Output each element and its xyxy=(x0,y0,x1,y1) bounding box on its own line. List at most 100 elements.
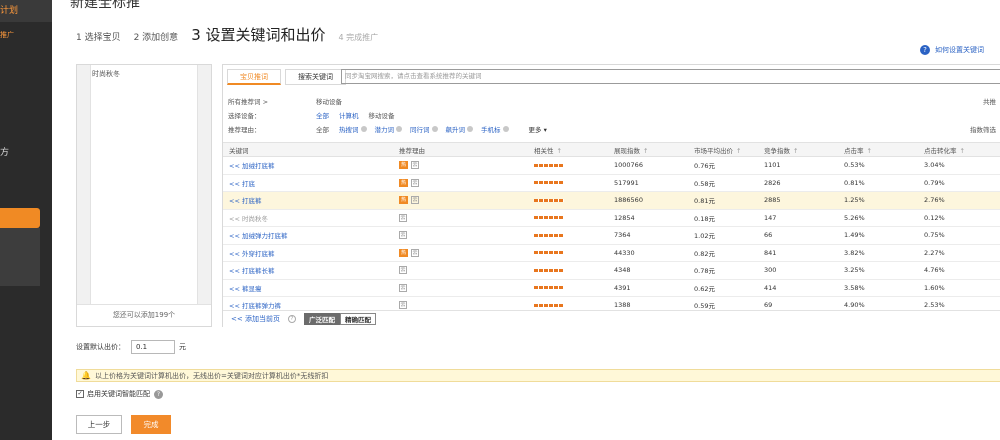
broad-match-button[interactable]: 广泛匹配 xyxy=(303,313,340,325)
keyword-cell[interactable]: << 时尚秋冬 xyxy=(223,209,393,227)
reason-potential-dot xyxy=(396,126,402,132)
impression-cell: 7364 xyxy=(608,226,688,245)
tab-item-recommend[interactable]: 宝贝推词 xyxy=(227,69,281,85)
market-bid-cell: 1.02元 xyxy=(688,226,758,245)
exact-match-button[interactable]: 精确匹配 xyxy=(339,313,376,325)
reason-option-all[interactable]: 全部 xyxy=(316,124,329,134)
col-keyword: 关键词 xyxy=(223,142,393,157)
reason-cell: 云 xyxy=(393,226,528,245)
keyword-cell[interactable]: << 裤显瘦 xyxy=(223,279,393,297)
relevance-bars xyxy=(534,303,564,307)
reason-option-potential[interactable]: 潜力词 xyxy=(375,124,395,134)
add-keyword-link[interactable]: << 打底裤 xyxy=(229,197,261,205)
add-keyword-link[interactable]: << 加绒打底裤 xyxy=(229,162,274,170)
device-option-pc[interactable]: 计算机 xyxy=(339,110,359,120)
relevance-bars xyxy=(534,216,564,220)
tab-search-keyword[interactable]: 搜索关键词 xyxy=(285,69,346,85)
help-icon: ? xyxy=(920,45,930,55)
more-filters-button[interactable]: 更多 ▾ xyxy=(529,124,547,134)
sidebar-item-promo[interactable]: 推广 xyxy=(0,30,14,40)
keyword-cell[interactable]: << 打底裤 xyxy=(223,191,393,210)
add-keyword-link[interactable]: << 外穿打底裤 xyxy=(229,250,274,258)
cloud-tag-icon: 云 xyxy=(399,266,407,275)
reason-option-rising[interactable]: 飙升词 xyxy=(446,124,466,134)
table-row[interactable]: << 加绒打底裤 热云 1000766 0.76元 1101 0.53% 3.04% xyxy=(223,156,1000,175)
table-row[interactable]: << 加绒弹力打底裤 云 7364 1.02元 66 1.49% 0.75% xyxy=(223,226,1000,245)
step-3-current: 3 设置关键词和出价 xyxy=(191,26,326,44)
help-link[interactable]: ? 如何设置关键词 xyxy=(920,45,984,55)
table-row[interactable]: << 外穿打底裤 热云 44330 0.82元 841 3.82% 2.27% xyxy=(223,244,1000,262)
market-bid-cell: 0.76元 xyxy=(688,156,758,175)
keyword-cell[interactable]: << 外穿打底裤 xyxy=(223,244,393,262)
col-relevance[interactable]: 相关性 ↑ xyxy=(528,142,608,157)
col-ctr[interactable]: 点击率 ↑ xyxy=(838,142,918,157)
hot-tag-icon: 热 xyxy=(399,161,408,170)
hot-tag-icon: 热 xyxy=(399,248,408,257)
add-keyword-link[interactable]: << 时尚秋冬 xyxy=(229,215,268,223)
sidebar-title[interactable]: 计划 xyxy=(0,3,18,16)
reason-option-peer[interactable]: 同行词 xyxy=(410,124,430,134)
smart-match-checkbox[interactable]: ✓ xyxy=(76,390,84,398)
keyword-tabs: 宝贝推词 搜索关键词 xyxy=(223,69,346,85)
device-option-mobile[interactable]: 移动设备 xyxy=(369,110,395,120)
sidebar-item-fang[interactable]: 方 xyxy=(0,145,9,158)
list-scrollbar[interactable] xyxy=(197,65,211,305)
col-cvr[interactable]: 点击转化率 ↑ xyxy=(918,142,1000,157)
table-row[interactable]: << 裤显瘦 云 4391 0.62元 414 3.58% 1.60% xyxy=(223,279,1000,297)
keyword-search-input[interactable]: 同步淘宝网搜索，请点击查看系统推荐的关键词 xyxy=(341,69,1000,84)
default-bid-input[interactable]: 0.1 xyxy=(131,340,175,354)
add-keyword-link[interactable]: << 打底 xyxy=(229,180,255,188)
sort-arrow-icon: ↑ xyxy=(959,146,965,155)
col-impression[interactable]: 展现指数 ↑ xyxy=(608,142,688,157)
reason-option-mobile[interactable]: 手机标 xyxy=(481,124,501,134)
col-market-bid[interactable]: 市场平均出价 ↑ xyxy=(688,142,758,157)
table-row[interactable]: << 时尚秋冬 云 12854 0.18元 147 5.26% 0.12% xyxy=(223,209,1000,227)
filter-all-label[interactable]: 所有推荐词 > xyxy=(228,96,316,106)
sort-arrow-icon: ↑ xyxy=(793,146,799,155)
keyword-cell[interactable]: << 打底 xyxy=(223,174,393,192)
reason-option-hot[interactable]: 热搜词 xyxy=(339,124,359,134)
add-current-page-link[interactable]: << 添加当前页 xyxy=(231,314,280,324)
sort-arrow-icon: ↑ xyxy=(643,146,649,155)
sidebar-item-active[interactable] xyxy=(0,208,40,228)
add-keyword-link[interactable]: << 打底裤长裤 xyxy=(229,267,274,275)
cvr-cell: 1.60% xyxy=(918,279,1000,297)
selected-keyword-item[interactable]: 时尚秋冬 xyxy=(92,69,120,79)
done-button[interactable]: 完成 xyxy=(131,415,171,434)
add-keyword-link[interactable]: << 加绒弹力打底裤 xyxy=(229,232,287,240)
keyword-cell[interactable]: << 打底裤长裤 xyxy=(223,261,393,280)
ctr-cell: 0.81% xyxy=(838,174,918,192)
cloud-tag-icon: 云 xyxy=(399,231,407,240)
index-filter-button[interactable]: 指数筛选 xyxy=(970,124,996,134)
reason-cell: 云 xyxy=(393,261,528,280)
table-header-row: 关键词 推荐理由 相关性 ↑ 展现指数 ↑ 市场平均出价 ↑ 竞争指数 ↑ 点击率 ↑ 点… xyxy=(223,142,1000,157)
page-title-cut: 新建全标推 xyxy=(70,0,140,11)
notice-bar: 🔔 以上价格为关键词计算机出价，无线出价=关键词对应计算机出价*无线折扣 xyxy=(76,369,1000,382)
col-competition[interactable]: 竞争指数 ↑ xyxy=(758,142,838,157)
cloud-tag-icon: 云 xyxy=(411,196,419,205)
add-keyword-link[interactable]: << 裤显瘦 xyxy=(229,285,261,293)
filter-row-device: 选择设备： 全部 计算机 移动设备 xyxy=(228,109,405,121)
default-bid-row: 设置默认出价： 0.1 元 xyxy=(76,340,186,354)
ctr-cell: 5.26% xyxy=(838,209,918,227)
smart-match-help-icon[interactable]: ? xyxy=(154,389,163,399)
help-question-icon[interactable]: ? xyxy=(287,315,296,323)
impression-cell: 1886560 xyxy=(608,191,688,210)
cloud-tag-icon: 云 xyxy=(399,283,407,292)
keyword-cell[interactable]: << 加绒打底裤 xyxy=(223,156,393,175)
help-link-label[interactable]: 如何设置关键词 xyxy=(935,45,984,55)
market-bid-cell: 0.78元 xyxy=(688,261,758,280)
relevance-cell xyxy=(528,174,608,192)
table-row[interactable]: << 打底裤长裤 云 4348 0.78元 300 3.25% 4.76% xyxy=(223,261,1000,280)
relevance-bars xyxy=(534,198,564,202)
prev-step-button[interactable]: 上一步 xyxy=(76,415,122,434)
device-option-all[interactable]: 全部 xyxy=(316,110,329,120)
table-row[interactable]: << 打底 热云 517991 0.58元 2826 0.81% 0.79% xyxy=(223,174,1000,192)
relevance-cell xyxy=(528,261,608,280)
keyword-cell[interactable]: << 加绒弹力打底裤 xyxy=(223,226,393,245)
smart-match-label[interactable]: 启用关键词智能匹配 xyxy=(87,389,150,399)
reason-cell: 热云 xyxy=(393,174,528,192)
smart-match-row: ✓ 启用关键词智能匹配 ? xyxy=(76,389,163,399)
table-row[interactable]: << 打底裤 热云 1886560 0.81元 2885 1.25% 2.76% xyxy=(223,191,1000,210)
cvr-cell: 2.27% xyxy=(918,244,1000,262)
